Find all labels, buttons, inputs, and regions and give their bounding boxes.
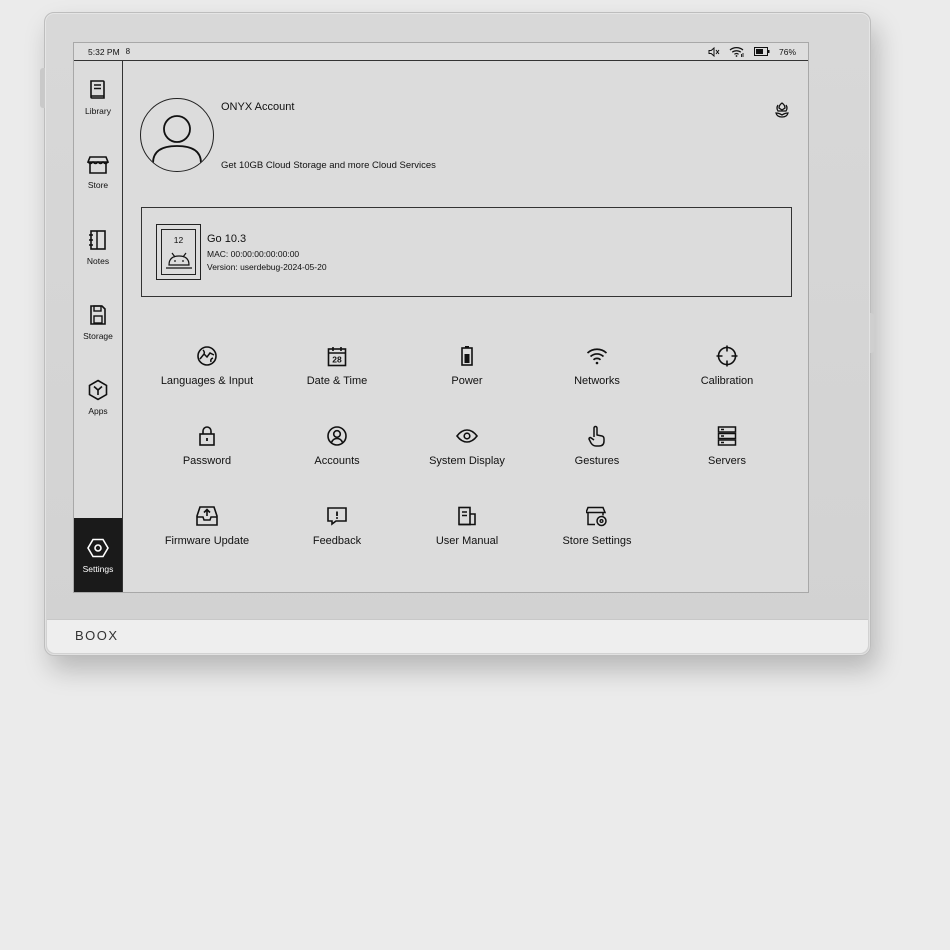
setting-date-time[interactable]: 28 Date & Time [272,344,402,404]
sidebar-item-notes[interactable]: Notes [74,217,122,277]
power-button[interactable] [40,68,45,108]
setting-user-manual[interactable]: User Manual [402,504,532,564]
notes-icon [89,229,106,250]
brand-logo: BOOX [75,628,119,643]
setting-feedback[interactable]: Feedback [272,504,402,564]
sidebar-item-library[interactable]: Library [74,67,122,127]
setting-languages-input[interactable]: Languages & Input [142,344,272,404]
feedback-icon [327,507,347,526]
battery-percent: 76% [778,46,796,57]
setting-label: Accounts [314,455,360,467]
account-title[interactable]: ONYX Account [221,101,294,113]
svg-text:28: 28 [332,354,342,364]
setting-networks[interactable]: Networks [532,344,662,404]
setting-label: Date & Time [306,375,368,387]
settings-main: ONYX Account Get 10GB Cloud Storage and … [124,62,808,592]
setting-password[interactable]: Password [142,424,272,484]
sidebar-item-store[interactable]: Store [74,142,122,202]
sidebar-item-settings[interactable]: Settings [74,518,122,592]
setting-label: Power [451,375,483,387]
status-bar: 5:32 PM 8 76% [74,43,808,61]
store-icon [87,155,109,174]
battery-status-icon [753,47,770,56]
user-circle-icon [327,426,347,446]
setting-label: Feedback [312,535,362,547]
library-icon [90,79,105,99]
server-icon [717,426,737,446]
sidebar-item-label: Store [87,179,109,190]
calendar-icon: 28 [327,346,347,366]
setting-label: Calibration [700,375,754,387]
sidebar: Library Store Notes Storage Apps Setting… [74,61,123,592]
lock-icon [199,426,215,446]
status-time: 5:32 PM [88,46,120,57]
hand-pointer-icon [588,425,605,447]
eye-icon [456,429,478,443]
user-avatar-icon [152,115,202,164]
setting-firmware-update[interactable]: Firmware Update [142,504,272,564]
device-name: Go 10.3 [207,233,247,245]
crosshair-icon [716,345,738,367]
flower-icon[interactable] [774,101,790,119]
settings-icon [87,538,109,558]
device-chin: BOOX [47,619,868,653]
globe-icon [197,346,217,366]
storage-icon [90,304,106,325]
sidebar-item-label: Library [85,105,111,116]
setting-calibration[interactable]: Calibration [662,344,792,404]
setting-label: Password [182,455,232,467]
android-icon [165,252,192,269]
mute-icon [708,46,720,57]
setting-label: User Manual [435,535,499,547]
apps-icon [88,379,108,400]
setting-label: Networks [574,375,620,387]
side-key [870,313,874,353]
wifi-status-icon [729,47,744,57]
sidebar-item-label: Settings [82,564,114,574]
setting-label: Store Settings [562,535,632,547]
setting-gestures[interactable]: Gestures [532,424,662,484]
setting-label: Languages & Input [160,375,254,387]
sidebar-item-storage[interactable]: Storage [74,292,122,352]
setting-label: Firmware Update [164,535,250,547]
device-mac: MAC: 00:00:00:00:00:00 [207,249,300,259]
setting-label: Servers [708,455,746,467]
device-screen: 5:32 PM 8 76% Library Store Notes Storag… [73,42,809,593]
wifi-icon [586,348,608,365]
device-thumbnail-number: 12 [173,235,184,245]
sidebar-item-label: Notes [86,255,110,266]
setting-system-display[interactable]: System Display [402,424,532,484]
sidebar-item-label: Apps [88,405,108,416]
device-thumbnail: 12 [156,224,201,280]
setting-label: System Display [429,455,505,467]
avatar[interactable] [140,98,214,172]
sidebar-item-apps[interactable]: Apps [74,367,122,427]
device-info-card[interactable]: 12 Go 10.3 MAC: 00:00:00:00:00:00 Versio… [141,207,792,297]
battery-icon [461,346,473,366]
store-settings-icon [586,506,607,526]
firmware-update-icon [196,506,218,526]
setting-store-settings[interactable]: Store Settings [532,504,662,564]
setting-label: Gestures [574,455,620,467]
setting-power[interactable]: Power [402,344,532,404]
manual-icon [458,506,476,526]
setting-servers[interactable]: Servers [662,424,792,484]
notification-icon: 8 [125,47,131,56]
sidebar-item-label: Storage [83,330,113,341]
account-subtitle[interactable]: Get 10GB Cloud Storage and more Cloud Se… [221,160,436,171]
device-version: Version: userdebug-2024-05-20 [207,262,327,272]
setting-accounts[interactable]: Accounts [272,424,402,484]
